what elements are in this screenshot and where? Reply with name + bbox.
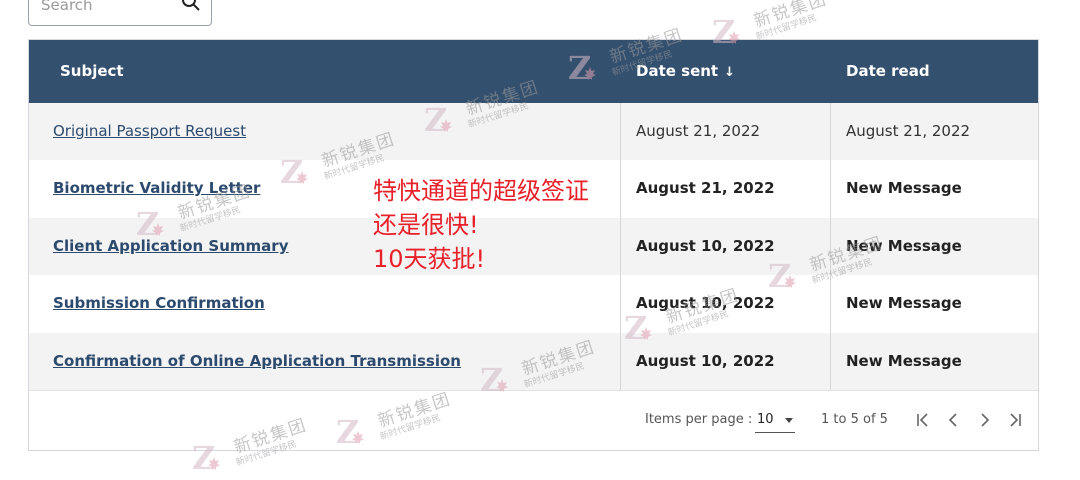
date-read-cell: August 21, 2022 xyxy=(846,122,971,140)
date-sent-cell: August 21, 2022 xyxy=(636,122,761,140)
chevron-down-icon xyxy=(785,418,793,423)
column-header-date-sent-label: Date sent xyxy=(636,62,719,80)
next-page-icon[interactable] xyxy=(975,410,995,430)
last-page-icon[interactable] xyxy=(1005,410,1025,430)
message-subject-link[interactable]: Original Passport Request xyxy=(53,103,246,160)
sort-descending-icon: ↓ xyxy=(724,65,735,80)
date-read-cell: New Message xyxy=(846,179,962,197)
page-range-text: 1 to 5 of 5 xyxy=(821,412,888,427)
search-box[interactable] xyxy=(28,0,212,26)
column-header-date-sent[interactable]: Date sent ↓ xyxy=(636,40,735,103)
table-row: Submission Confirmation August 10, 2022 … xyxy=(29,275,1038,332)
message-subject-link[interactable]: Client Application Summary xyxy=(53,218,288,275)
table-row: Original Passport Request August 21, 202… xyxy=(29,103,1038,160)
previous-page-icon[interactable] xyxy=(943,410,963,430)
table-header: Subject Date sent ↓ Date read xyxy=(29,40,1038,103)
pagination-bar: Items per page : 10 1 to 5 of 5 xyxy=(29,390,1038,450)
search-input[interactable] xyxy=(39,0,183,23)
column-header-date-read[interactable]: Date read xyxy=(846,40,930,103)
maple-leaf-icon xyxy=(208,457,220,470)
annotation-text: 特快通道的超级签证 还是很快! 10天获批! xyxy=(373,174,589,276)
date-sent-cell: August 10, 2022 xyxy=(636,237,775,255)
message-subject-link[interactable]: Confirmation of Online Application Trans… xyxy=(53,333,461,390)
date-sent-cell: August 10, 2022 xyxy=(636,352,775,370)
watermark-name: 新锐集团 xyxy=(751,0,831,32)
items-per-page-label: Items per page : xyxy=(645,412,753,427)
watermark-tagline: 新时代留学移民 xyxy=(754,13,818,43)
column-header-subject[interactable]: Subject xyxy=(60,40,124,103)
date-read-cell: New Message xyxy=(846,352,962,370)
annotation-line: 10天获批! xyxy=(373,245,486,273)
date-read-cell: New Message xyxy=(846,237,962,255)
first-page-icon[interactable] xyxy=(913,410,933,430)
column-divider xyxy=(830,103,831,390)
table-row: Confirmation of Online Application Trans… xyxy=(29,333,1038,390)
search-icon[interactable] xyxy=(180,0,202,13)
items-per-page-value: 10 xyxy=(757,412,774,427)
column-divider xyxy=(620,103,621,390)
date-read-cell: New Message xyxy=(846,294,962,312)
items-per-page-select[interactable]: 10 xyxy=(755,407,795,433)
annotation-line: 还是很快! xyxy=(373,211,479,239)
date-sent-cell: August 10, 2022 xyxy=(636,294,775,312)
annotation-line: 特快通道的超级签证 xyxy=(373,177,589,205)
date-sent-cell: August 21, 2022 xyxy=(636,179,775,197)
message-subject-link[interactable]: Biometric Validity Letter xyxy=(53,160,260,217)
message-subject-link[interactable]: Submission Confirmation xyxy=(53,275,265,332)
